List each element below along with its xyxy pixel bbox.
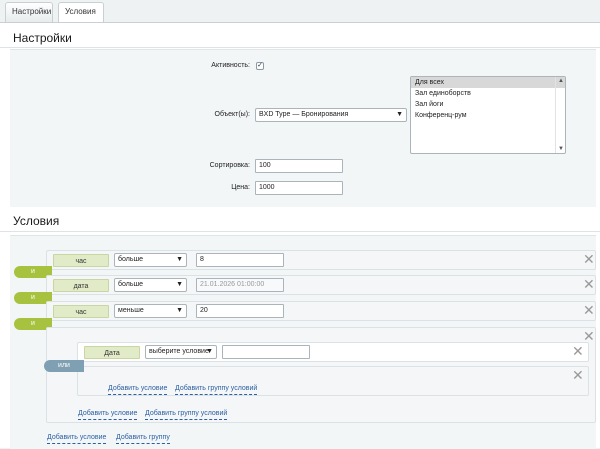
chevron-down-icon: ▼ <box>396 111 403 118</box>
condition-row: час меньше ▼ 20 ✕ <box>46 301 596 321</box>
active-checkbox[interactable]: ✓ <box>256 62 264 70</box>
tab-bar: Настройки Условия <box>0 0 600 22</box>
condition-operator-select[interactable]: больше ▼ <box>114 253 187 267</box>
scroll-up-icon[interactable]: ▲ <box>558 78 564 84</box>
close-icon[interactable]: ✕ <box>583 304 595 318</box>
condition-value-input[interactable]: 20 <box>196 304 284 318</box>
add-condition-group-link[interactable]: Добавить группу условий <box>145 409 228 420</box>
condition-value-input[interactable] <box>222 345 310 359</box>
chevron-down-icon: ▼ <box>206 348 213 355</box>
active-label: Активность: <box>211 62 250 69</box>
chevron-down-icon: ▼ <box>176 256 183 263</box>
list-item[interactable]: Конференц-рум <box>411 110 565 121</box>
settings-section-title: Настройки <box>13 31 72 45</box>
condition-field-tag[interactable]: Дата <box>84 346 140 359</box>
chevron-down-icon: ▼ <box>176 281 183 288</box>
operator-value: больше <box>118 281 143 288</box>
condition-operator-select[interactable]: меньше ▼ <box>114 304 187 318</box>
object-select-value: BXD Type — Бронирования <box>259 111 349 118</box>
add-condition-link[interactable]: Добавить условие <box>108 384 168 395</box>
list-item[interactable]: Зал единоборств <box>411 88 565 99</box>
add-condition-link[interactable]: Добавить условие <box>78 409 138 420</box>
tab-conditions[interactable]: Условия <box>58 2 104 22</box>
close-icon[interactable]: ✕ <box>583 278 595 292</box>
object-label: Объект(ы): <box>214 111 250 118</box>
section-divider <box>0 231 600 232</box>
or-badge[interactable]: или <box>44 360 84 372</box>
operator-value: меньше <box>118 307 144 314</box>
add-condition-group-link[interactable]: Добавить группу условий <box>175 384 258 395</box>
operator-value: больше <box>118 256 143 263</box>
condition-field-tag[interactable]: час <box>53 305 109 318</box>
condition-value-input[interactable]: 21.01.2026 01:00:00 <box>196 278 284 292</box>
list-item[interactable]: Зал йоги <box>411 99 565 110</box>
nested-add-area: ✕ Добавить условие Добавить группу услов… <box>77 366 589 396</box>
conditions-section-title: Условия <box>13 214 60 228</box>
add-condition-link[interactable]: Добавить условие <box>47 433 107 444</box>
sort-label: Сортировка: <box>209 162 250 169</box>
price-input[interactable]: 1000 <box>255 181 343 195</box>
tab-settings[interactable]: Настройки <box>5 2 53 22</box>
condition-row: дата больше ▼ 21.01.2026 01:00:00 ✕ <box>46 275 596 295</box>
condition-operator-select[interactable]: больше ▼ <box>114 278 187 292</box>
sort-input[interactable]: 100 <box>255 159 343 173</box>
content-panel: Настройки Активность: ✓ Объект(ы): BXD T… <box>0 22 600 449</box>
condition-row: час больше ▼ 8 ✕ <box>46 250 596 270</box>
object-select[interactable]: BXD Type — Бронирования ▼ <box>255 108 407 122</box>
condition-field-tag[interactable]: час <box>53 254 109 267</box>
condition-operator-select[interactable]: выберите условие ▼ <box>145 345 217 359</box>
close-icon[interactable]: ✕ <box>572 369 584 383</box>
object-listbox[interactable]: Для всех Зал единоборств Зал йоги Конфер… <box>410 76 566 154</box>
add-group-link[interactable]: Добавить группу <box>116 433 170 444</box>
listbox-scrollbar[interactable]: ▲ ▼ <box>555 77 565 153</box>
condition-row: Дата выберите условие ▼ ✕ <box>77 342 589 362</box>
condition-field-tag[interactable]: дата <box>53 279 109 292</box>
price-label: Цена: <box>231 184 250 191</box>
chevron-down-icon: ▼ <box>176 307 183 314</box>
scroll-down-icon[interactable]: ▼ <box>558 146 564 152</box>
condition-group: ✕ Дата выберите условие ▼ ✕ ✕ Добавить у… <box>46 327 596 423</box>
operator-value: выберите условие <box>149 348 209 355</box>
close-icon[interactable]: ✕ <box>583 253 595 267</box>
condition-value-input[interactable]: 8 <box>196 253 284 267</box>
close-icon[interactable]: ✕ <box>572 345 584 359</box>
section-divider <box>0 47 600 48</box>
checkbox-checked-icon: ✓ <box>257 62 263 69</box>
list-item[interactable]: Для всех <box>411 77 565 88</box>
